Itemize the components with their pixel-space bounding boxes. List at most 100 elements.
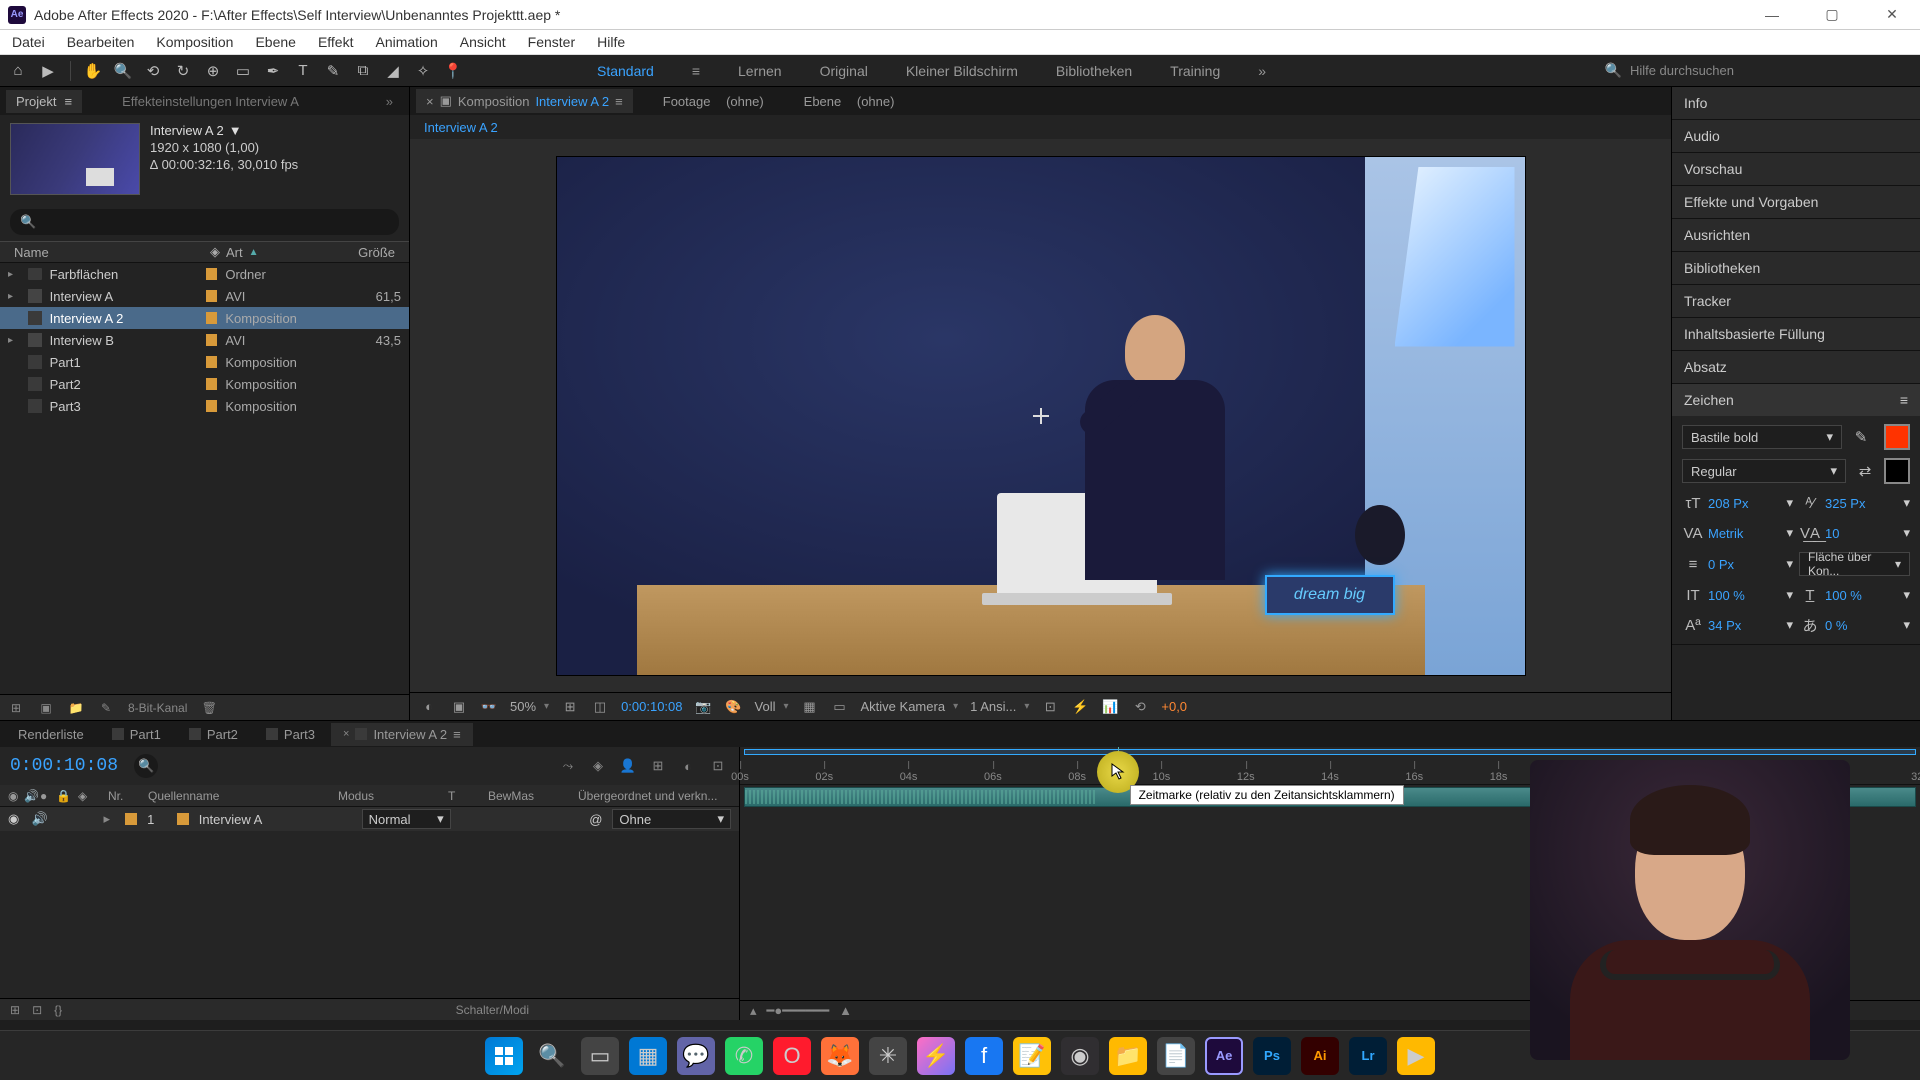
grid-icon[interactable]: ⊞ <box>561 698 579 716</box>
graph-editor-icon[interactable]: ⊡ <box>707 755 729 777</box>
col-groesse[interactable]: Größe <box>358 245 395 260</box>
project-row[interactable]: Interview A 2 Komposition <box>0 307 409 329</box>
panel-tracker[interactable]: Tracker <box>1672 285 1920 317</box>
menu-datei[interactable]: Datei <box>8 32 49 52</box>
baseline-value[interactable]: 34 Px <box>1708 618 1782 633</box>
comp-breadcrumb[interactable]: Interview A 2 <box>410 115 1671 139</box>
font-family-dropdown[interactable]: Bastile bold▾ <box>1682 425 1842 449</box>
rotate-tool-icon[interactable]: ↻ <box>171 59 195 83</box>
menu-effekt[interactable]: Effekt <box>314 32 358 52</box>
menu-komposition[interactable]: Komposition <box>152 32 237 52</box>
project-tab[interactable]: Projekt ≡ <box>6 90 82 113</box>
timeline-tab-part3[interactable]: Part3 <box>254 723 327 746</box>
workspace-original[interactable]: Original <box>814 59 874 83</box>
workspace-bibliotheken[interactable]: Bibliotheken <box>1050 59 1138 83</box>
project-row[interactable]: ▸ Interview B AVI 43,5 <box>0 329 409 351</box>
toggle-switches-icon[interactable]: ⊞ <box>10 1003 20 1017</box>
glasses-icon[interactable]: 👓 <box>480 698 498 716</box>
font-style-dropdown[interactable]: Regular▾ <box>1682 459 1846 483</box>
anchor-tool-icon[interactable]: ⊕ <box>201 59 225 83</box>
fill-stroke-order-dropdown[interactable]: Fläche über Kon...▾ <box>1799 552 1910 576</box>
stroke-width-value[interactable]: 0 Px <box>1708 557 1782 572</box>
bit-depth[interactable]: 8-Bit-Kanal <box>128 701 187 715</box>
menu-bearbeiten[interactable]: Bearbeiten <box>63 32 139 52</box>
layer-expand-icon[interactable]: ▸ <box>103 811 115 827</box>
col-bewmas[interactable]: BewMas <box>488 789 568 803</box>
whatsapp-icon[interactable]: ✆ <box>725 1037 763 1075</box>
new-folder-icon[interactable]: 📁 <box>68 700 84 716</box>
orbit-tool-icon[interactable]: ⟲ <box>141 59 165 83</box>
brush-tool-icon[interactable]: ✎ <box>321 59 345 83</box>
menu-fenster[interactable]: Fenster <box>524 32 579 52</box>
chat-icon[interactable]: 💬 <box>677 1037 715 1075</box>
panel-zeichen[interactable]: Zeichen≡ <box>1672 384 1920 416</box>
exposure-value[interactable]: +0,0 <box>1161 699 1187 714</box>
resolution-dropdown[interactable]: Voll <box>755 699 789 714</box>
explorer-icon[interactable]: 📁 <box>1109 1037 1147 1075</box>
views-dropdown[interactable]: 1 Ansi... <box>970 699 1029 714</box>
menu-animation[interactable]: Animation <box>371 32 441 52</box>
panel-vorschau[interactable]: Vorschau <box>1672 153 1920 185</box>
timeline-tab-part1[interactable]: Part1 <box>100 723 173 746</box>
workspace-overflow-icon[interactable]: » <box>1252 59 1272 83</box>
shy-icon[interactable]: 👤 <box>617 755 639 777</box>
current-time[interactable]: 0:00:10:08 <box>621 699 682 714</box>
taskbar-search-icon[interactable]: 🔍 <box>533 1037 571 1075</box>
roto-tool-icon[interactable]: ✧ <box>411 59 435 83</box>
minimize-button[interactable]: — <box>1752 0 1792 30</box>
firefox-icon[interactable]: 🦊 <box>821 1037 859 1075</box>
panel-bibliotheken[interactable]: Bibliotheken <box>1672 252 1920 284</box>
lock-col-icon[interactable]: 🔒 <box>56 789 68 803</box>
effect-controls-tab[interactable]: Effekteinstellungen Interview A <box>112 90 309 113</box>
project-row[interactable]: ▸ Interview A AVI 61,5 <box>0 285 409 307</box>
camera-dropdown[interactable]: Aktive Kamera <box>861 699 959 714</box>
trash-icon[interactable]: 🗑 <box>201 700 217 716</box>
solo-col-icon[interactable]: ● <box>40 789 52 803</box>
pen-tool-icon[interactable]: ✒ <box>261 59 285 83</box>
illustrator-icon[interactable]: Ai <box>1301 1037 1339 1075</box>
pixel-aspect-icon[interactable]: ⊡ <box>1041 698 1059 716</box>
guides-icon[interactable]: ◫ <box>591 698 609 716</box>
viewer-tab-footage[interactable]: Footage (ohne) <box>653 90 774 113</box>
clone-tool-icon[interactable]: ⧉ <box>351 59 375 83</box>
motion-blur-icon[interactable]: ◐ <box>677 755 699 777</box>
project-row[interactable]: Part1 Komposition <box>0 351 409 373</box>
widgets-icon[interactable]: ▦ <box>629 1037 667 1075</box>
tracking-value[interactable]: 10 <box>1825 526 1899 541</box>
taskview-icon[interactable]: ▭ <box>581 1037 619 1075</box>
timeline-tab-part2[interactable]: Part2 <box>177 723 250 746</box>
project-row[interactable]: Part2 Komposition <box>0 373 409 395</box>
vscale-value[interactable]: 100 % <box>1708 588 1782 603</box>
menu-hilfe[interactable]: Hilfe <box>593 32 629 52</box>
region-icon[interactable]: ▭ <box>831 698 849 716</box>
help-search[interactable]: 🔍 Hilfe durchsuchen <box>1605 62 1915 79</box>
obs-icon[interactable]: ◉ <box>1061 1037 1099 1075</box>
layer-visibility-icon[interactable]: ◉ <box>8 811 22 827</box>
color-mgmt-icon[interactable]: 🎨 <box>725 698 743 716</box>
col-name[interactable]: Name <box>14 245 130 260</box>
switches-modes-label[interactable]: Schalter/Modi <box>456 1003 529 1017</box>
zoom-in-icon[interactable]: ▲ <box>839 1003 852 1018</box>
interpret-footage-icon[interactable]: ⊞ <box>8 700 24 716</box>
draft-3d-icon[interactable]: ◈ <box>587 755 609 777</box>
panel-ausrichten[interactable]: Ausrichten <box>1672 219 1920 251</box>
app-icon-1[interactable]: ✳ <box>869 1037 907 1075</box>
layer-mode-dropdown[interactable]: Normal▾ <box>362 809 451 829</box>
viewer-canvas[interactable]: dream big <box>410 139 1671 692</box>
fill-color-swatch[interactable] <box>1884 424 1910 450</box>
facebook-icon[interactable]: f <box>965 1037 1003 1075</box>
alpha-icon[interactable]: ◐ <box>420 698 438 716</box>
maximize-button[interactable]: ▢ <box>1812 0 1852 30</box>
toggle-brackets-icon[interactable]: {} <box>54 1003 62 1017</box>
eye-col-icon[interactable]: ◉ <box>8 789 20 803</box>
zoom-tool-icon[interactable]: 🔍 <box>111 59 135 83</box>
app-icon-2[interactable]: ▶ <box>1397 1037 1435 1075</box>
parent-pickwhip-icon[interactable]: @ <box>589 812 602 827</box>
timeline-search-icon[interactable]: 🔍 <box>134 754 158 778</box>
stroke-color-swatch[interactable] <box>1884 458 1910 484</box>
leading-value[interactable]: 325 Px <box>1825 496 1899 511</box>
adjust-icon[interactable]: ✎ <box>98 700 114 716</box>
col-parent[interactable]: Übergeordnet und verkn... <box>578 789 731 803</box>
viewer-tab-ebene[interactable]: Ebene (ohne) <box>794 90 905 113</box>
hscale-value[interactable]: 100 % <box>1825 588 1899 603</box>
